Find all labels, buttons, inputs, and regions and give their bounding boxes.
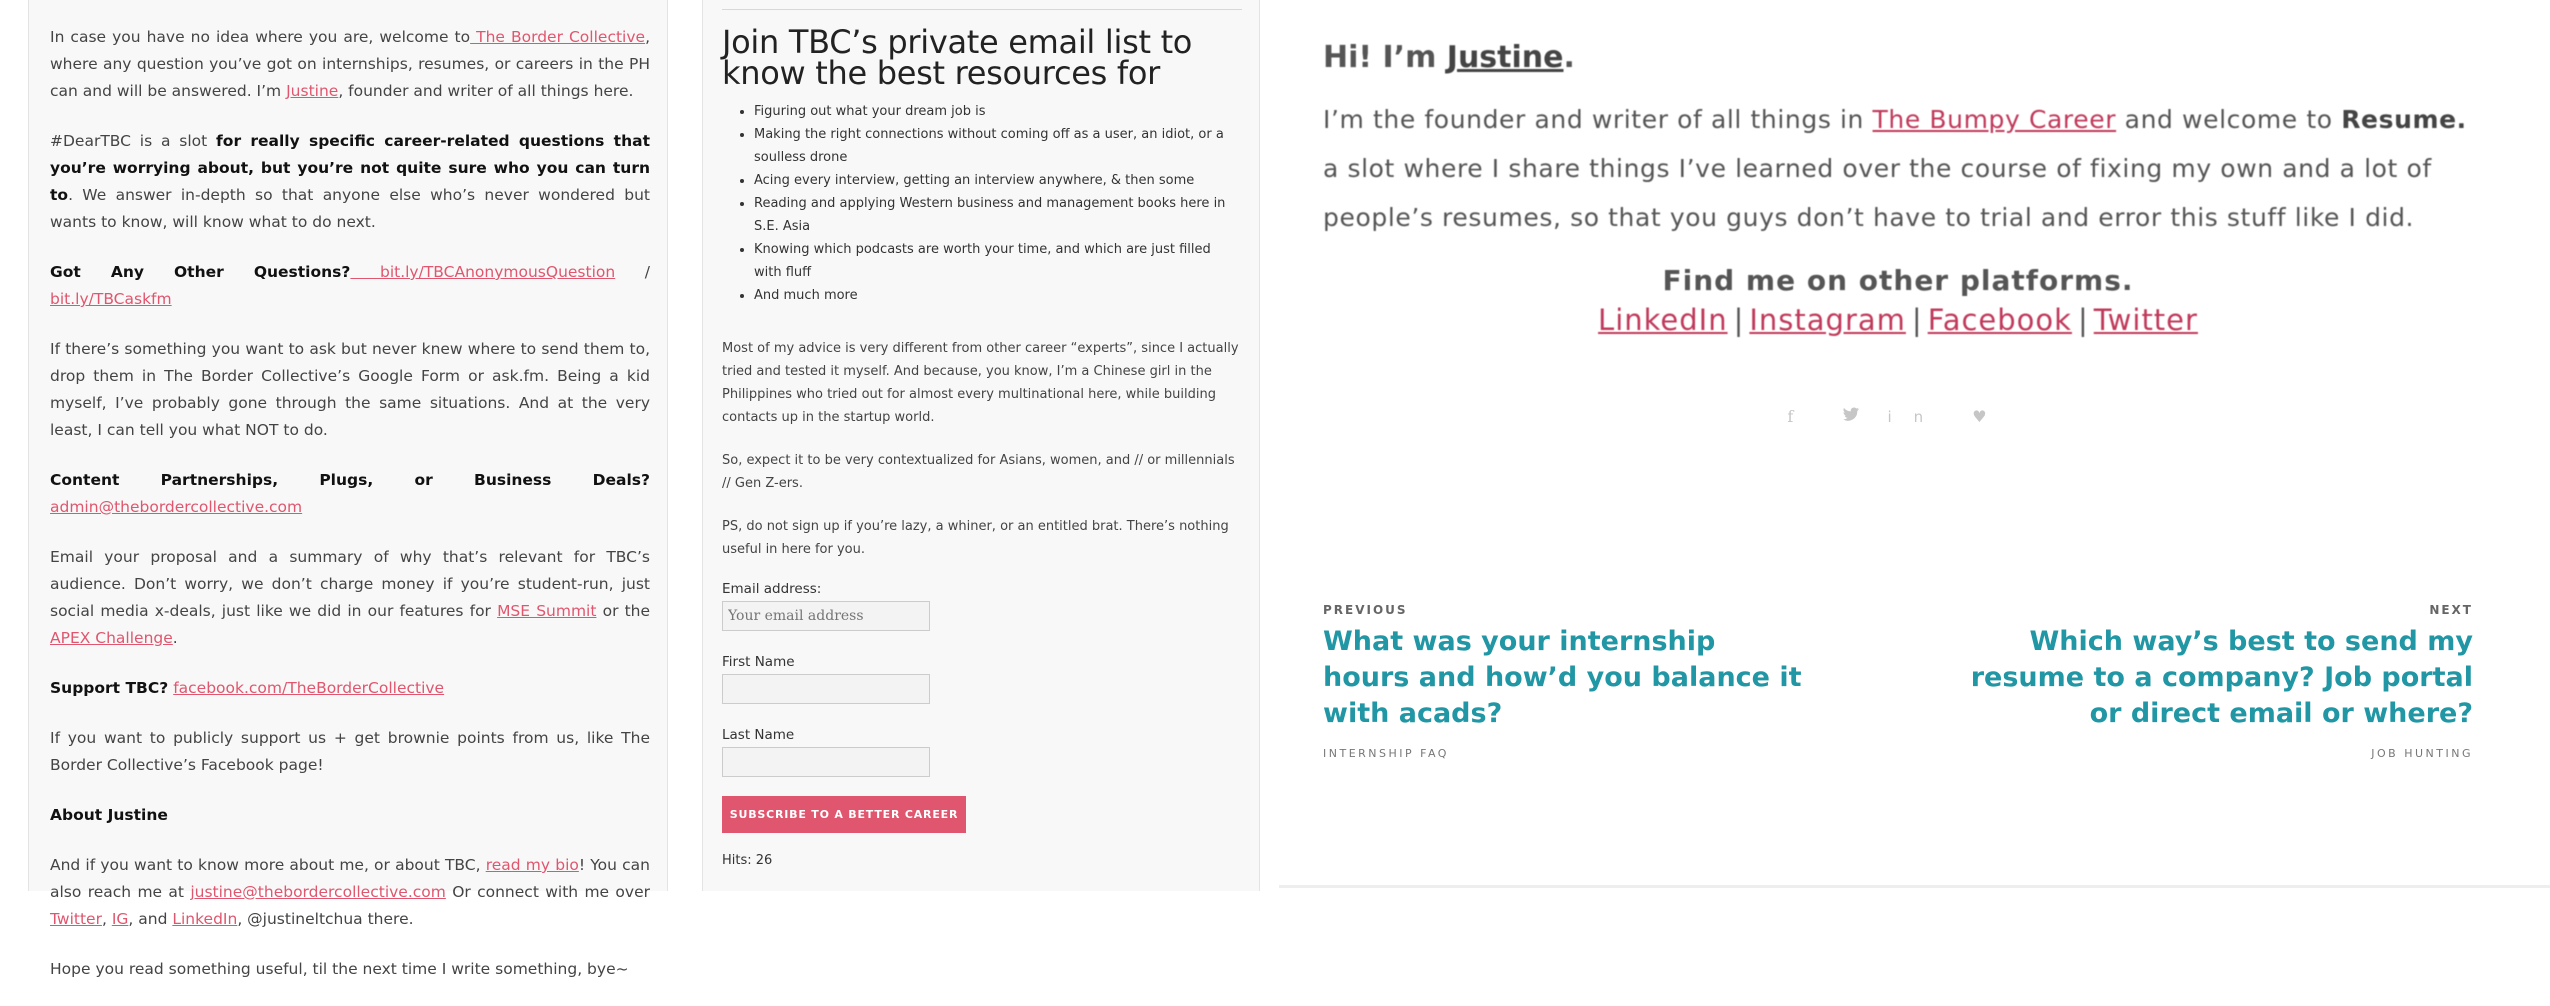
link-justine-email[interactable]: justine@thebordercollective.com bbox=[190, 883, 446, 901]
text: Hi! I’m bbox=[1323, 40, 1447, 75]
linkedin-icon[interactable]: in bbox=[1887, 408, 1945, 426]
separator: / bbox=[615, 263, 650, 281]
text: #DearTBC is a slot bbox=[50, 132, 217, 150]
facebook-icon[interactable]: f bbox=[1787, 407, 1815, 426]
heading: Content Partnerships, Plugs, or Business… bbox=[50, 471, 650, 489]
support-paragraph: Support TBC? facebook.com/TheBorderColle… bbox=[50, 675, 650, 702]
closing-paragraph: Hope you read something useful, til the … bbox=[50, 960, 629, 978]
share-icons: f in ♥ bbox=[1323, 407, 2473, 426]
text: or the bbox=[596, 602, 651, 620]
link-the-bumpy-career[interactable]: The Bumpy Career bbox=[1873, 105, 2117, 134]
link-askfm[interactable]: bit.ly/TBCaskfm bbox=[50, 290, 172, 308]
list-item: And much more bbox=[754, 284, 1242, 307]
divider bbox=[722, 0, 1242, 10]
twitter-icon[interactable] bbox=[1842, 407, 1860, 426]
link-facebook-page[interactable]: facebook.com/TheBorderCollective bbox=[173, 679, 444, 697]
heading: Got Any Other Questions? bbox=[50, 263, 351, 281]
find-me-heading: Find me on other platforms. bbox=[1662, 264, 2134, 297]
divider bbox=[1279, 885, 2550, 888]
author-intro: I’m the founder and writer of all things… bbox=[1323, 95, 2473, 242]
previous-post-title[interactable]: What was your internship hours and how’d… bbox=[1323, 624, 1803, 732]
subscribe-button[interactable]: SUBSCRIBE TO A BETTER CAREER bbox=[722, 796, 966, 833]
previous-post-category[interactable]: INTERNSHIP FAQ bbox=[1323, 747, 1803, 760]
email-field[interactable] bbox=[722, 601, 930, 631]
first-name-field[interactable] bbox=[722, 674, 930, 704]
left-content: In case you have no idea where you are, … bbox=[50, 24, 650, 1006]
audience-paragraph: So, expect it to be very contextualized … bbox=[722, 453, 1235, 491]
text: . bbox=[1563, 40, 1575, 75]
next-label: NEXT bbox=[2429, 603, 2473, 617]
heart-icon[interactable]: ♥ bbox=[1972, 407, 2008, 426]
left-sidebar: In case you have no idea where you are, … bbox=[28, 0, 668, 978]
link-apex-challenge[interactable]: APEX Challenge bbox=[50, 629, 173, 647]
hits-counter: Hits: 26 bbox=[722, 853, 773, 868]
about-paragraph: And if you want to know more about me, o… bbox=[50, 852, 650, 933]
last-name-label: Last Name bbox=[722, 727, 795, 743]
email-label: Email address: bbox=[722, 581, 822, 597]
link-twitter[interactable]: Twitter bbox=[50, 910, 102, 928]
article-footer: Hi! I’m Justine. I’m the founder and wri… bbox=[1323, 40, 2473, 426]
platform-links: LinkedIn | Instagram | Facebook | Twitter bbox=[1323, 303, 2473, 337]
list-item: Knowing which podcasts are worth your ti… bbox=[754, 238, 1242, 284]
text: . bbox=[172, 629, 178, 647]
brownie-paragraph: If you want to publicly support us + get… bbox=[50, 729, 650, 774]
link-justine-name[interactable]: Justine bbox=[1447, 40, 1564, 75]
text: a slot where I share things I’ve learned… bbox=[1323, 154, 2432, 232]
benefits-list: Figuring out what your dream job is Maki… bbox=[722, 100, 1242, 307]
link-platform-twitter[interactable]: Twitter bbox=[2094, 303, 2198, 337]
link-platform-facebook[interactable]: Facebook bbox=[1928, 303, 2072, 337]
last-name-field[interactable] bbox=[722, 747, 930, 777]
ask-paragraph: If there’s something you want to ask but… bbox=[50, 340, 650, 439]
twitter-icon-svg bbox=[1843, 407, 1860, 421]
link-platform-linkedin[interactable]: LinkedIn bbox=[1598, 303, 1728, 337]
heading: About Justine bbox=[50, 806, 168, 824]
partnerships-paragraph: Content Partnerships, Plugs, or Business… bbox=[50, 467, 650, 521]
link-ig[interactable]: IG bbox=[112, 910, 129, 928]
text: , founder and writer of all things here. bbox=[338, 82, 634, 100]
newsletter-title: Join TBC’s private email list to know th… bbox=[722, 23, 1193, 92]
link-platform-instagram[interactable]: Instagram bbox=[1749, 303, 1906, 337]
text: And if you want to know more about me, o… bbox=[50, 856, 486, 874]
newsletter-content: Join TBC’s private email list to know th… bbox=[722, 0, 1242, 868]
greeting: Hi! I’m Justine. bbox=[1323, 40, 2473, 75]
text: Or connect with me over bbox=[445, 883, 650, 901]
list-item: Making the right connections without com… bbox=[754, 123, 1242, 169]
link-justine[interactable]: Justine bbox=[286, 82, 338, 100]
dear-tbc-paragraph: #DearTBC is a slot for really specific c… bbox=[50, 128, 650, 236]
other-questions-paragraph: Got Any Other Questions? bit.ly/TBCAnony… bbox=[50, 259, 650, 313]
first-name-label: First Name bbox=[722, 654, 795, 670]
text: , bbox=[101, 910, 112, 928]
separator: | bbox=[1911, 303, 1922, 337]
list-item: Figuring out what your dream job is bbox=[754, 100, 1242, 123]
text: , and bbox=[128, 910, 173, 928]
link-admin-email[interactable]: admin@thebordercollective.com bbox=[50, 498, 302, 516]
text: . We answer in-depth so that anyone else… bbox=[50, 186, 650, 231]
previous-post-link[interactable]: PREVIOUS What was your internship hours … bbox=[1323, 603, 1803, 760]
text: In case you have no idea where you are, … bbox=[50, 28, 471, 46]
proposal-paragraph: Email your proposal and a summary of why… bbox=[50, 544, 650, 652]
link-read-bio[interactable]: read my bio bbox=[486, 856, 579, 874]
ps-paragraph: PS, do not sign up if you’re lazy, a whi… bbox=[722, 519, 1229, 557]
about-heading: About Justine bbox=[50, 802, 650, 829]
list-item: Acing every interview, getting an interv… bbox=[754, 169, 1242, 192]
link-anonymous-question[interactable]: bit.ly/TBCAnonymousQuestion bbox=[350, 263, 615, 281]
text: I’m the founder and writer of all things… bbox=[1323, 105, 1873, 134]
separator: | bbox=[1733, 303, 1744, 337]
previous-label: PREVIOUS bbox=[1323, 603, 1408, 617]
heading: Support TBC? bbox=[50, 679, 169, 697]
text: , @justineltchua there. bbox=[237, 910, 414, 928]
bold-text: Resume. bbox=[2341, 105, 2467, 134]
link-linkedin[interactable]: LinkedIn bbox=[172, 910, 237, 928]
link-mse-summit[interactable]: MSE Summit bbox=[497, 602, 596, 620]
link-the-border-collective[interactable]: The Border Collective bbox=[470, 28, 645, 46]
list-item: Reading and applying Western business an… bbox=[754, 192, 1242, 238]
newsletter-sidebar: Join TBC’s private email list to know th… bbox=[702, 0, 1260, 891]
advice-paragraph: Most of my advice is very different from… bbox=[722, 341, 1239, 425]
text: and welcome to bbox=[2116, 105, 2342, 134]
next-post-link[interactable]: NEXT Which way’s best to send my resume … bbox=[1940, 603, 2473, 760]
next-post-title[interactable]: Which way’s best to send my resume to a … bbox=[1940, 624, 2473, 732]
separator: | bbox=[2077, 303, 2088, 337]
next-post-category[interactable]: JOB HUNTING bbox=[1940, 747, 2473, 760]
intro-paragraph: In case you have no idea where you are, … bbox=[50, 24, 650, 105]
